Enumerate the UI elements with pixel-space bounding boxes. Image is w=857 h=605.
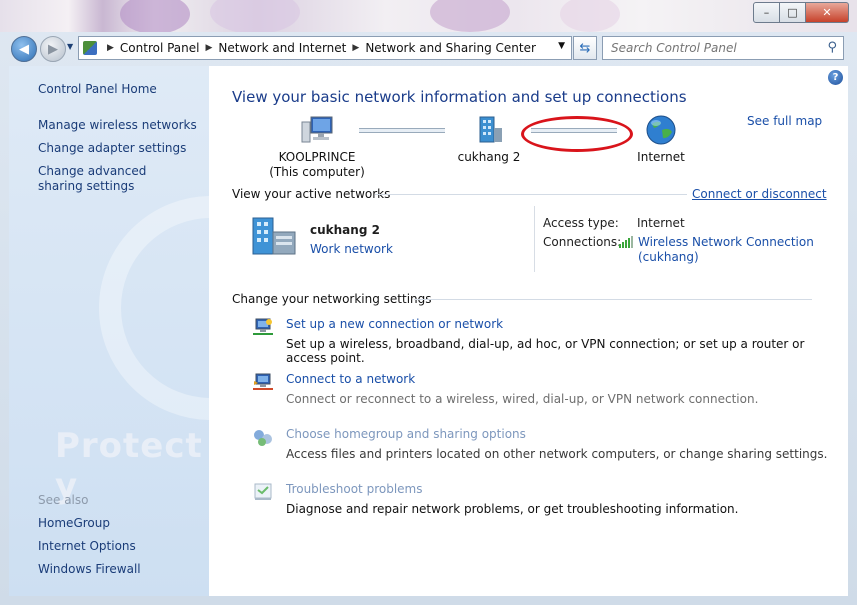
internet-label: Internet bbox=[637, 150, 685, 164]
setup-connection-link[interactable]: Set up a new connection or network bbox=[286, 317, 503, 331]
sidebar-item-internet-options[interactable]: Internet Options bbox=[38, 539, 136, 554]
main-content: ? View your basic network information an… bbox=[209, 66, 848, 596]
sidebar-item-windows-firewall[interactable]: Windows Firewall bbox=[38, 562, 141, 577]
homegroup-desc: Access files and printers located on oth… bbox=[286, 447, 828, 461]
connection-name-line1: Wireless Network Connection bbox=[638, 235, 814, 249]
title-art-shape bbox=[120, 0, 190, 32]
minimize-button[interactable]: – bbox=[753, 2, 780, 23]
breadcrumb-control-panel[interactable]: Control Panel bbox=[120, 41, 200, 55]
map-node-network[interactable]: cukhang 2 bbox=[449, 114, 529, 165]
annotation-circle bbox=[521, 116, 633, 152]
computer-name: KOOLPRINCE bbox=[278, 150, 356, 164]
breadcrumb-separator-icon[interactable]: ▶ bbox=[206, 43, 213, 53]
signal-strength-icon bbox=[619, 236, 633, 248]
back-button[interactable]: ◀ bbox=[11, 36, 37, 62]
arrow-right-icon: ▶ bbox=[48, 41, 58, 57]
page-title: View your basic network information and … bbox=[232, 88, 687, 106]
sidebar-item-manage-wireless[interactable]: Manage wireless networks bbox=[38, 118, 197, 133]
network-type-link[interactable]: Work network bbox=[310, 242, 393, 256]
see-full-map-link[interactable]: See full map bbox=[747, 114, 822, 128]
window-bottom-border bbox=[9, 596, 848, 602]
active-networks-label: View your active networks bbox=[232, 187, 391, 201]
search-box: ⚲ bbox=[602, 36, 844, 60]
maximize-button[interactable]: □ bbox=[780, 2, 806, 23]
access-type-value: Internet bbox=[637, 216, 685, 230]
address-dropdown-icon[interactable]: ▼ bbox=[558, 41, 565, 51]
vertical-divider bbox=[534, 206, 535, 272]
search-icon[interactable]: ⚲ bbox=[827, 40, 837, 55]
change-settings-label: Change your networking settings bbox=[232, 292, 432, 306]
recent-pages-dropdown[interactable]: ▼ bbox=[67, 42, 73, 51]
window-controls: – □ ✕ bbox=[753, 2, 849, 23]
troubleshoot-link[interactable]: Troubleshoot problems bbox=[286, 482, 422, 496]
breadcrumb-network-internet[interactable]: Network and Internet bbox=[218, 41, 346, 55]
connection-name-line2: (cukhang) bbox=[638, 250, 699, 264]
help-icon[interactable]: ? bbox=[828, 70, 843, 85]
setup-connection-desc: Set up a wireless, broadband, dial-up, a… bbox=[286, 337, 805, 365]
section-divider bbox=[375, 194, 687, 195]
sidebar-item-control-panel-home[interactable]: Control Panel Home bbox=[38, 82, 157, 97]
search-input[interactable] bbox=[603, 40, 813, 56]
see-also-label: See also bbox=[38, 493, 89, 507]
troubleshoot-desc: Diagnose and repair network problems, or… bbox=[286, 502, 739, 516]
breadcrumb-separator-icon[interactable]: ▶ bbox=[352, 43, 359, 53]
network-name: cukhang 2 bbox=[457, 150, 521, 164]
homegroup-link[interactable]: Choose homegroup and sharing options bbox=[286, 427, 526, 441]
arrow-left-icon: ◀ bbox=[19, 41, 29, 57]
active-network-name: cukhang 2 bbox=[310, 223, 380, 237]
sidebar-watermark-shape bbox=[99, 196, 209, 420]
access-type-label: Access type: bbox=[543, 216, 619, 230]
globe-icon bbox=[646, 115, 676, 145]
sidebar-item-homegroup[interactable]: HomeGroup bbox=[38, 516, 110, 531]
forward-button[interactable]: ▶ bbox=[40, 36, 66, 62]
homegroup-icon[interactable] bbox=[252, 426, 274, 448]
refresh-icon: ⇆ bbox=[579, 40, 591, 56]
sidebar-item-advanced-sharing[interactable]: Change advanced sharing settings bbox=[38, 164, 188, 194]
refresh-button[interactable]: ⇆ bbox=[573, 36, 597, 60]
connect-network-icon[interactable] bbox=[252, 371, 274, 393]
computer-icon bbox=[301, 116, 333, 143]
map-node-internet[interactable]: Internet bbox=[621, 114, 701, 165]
title-bar: – □ ✕ bbox=[0, 0, 857, 32]
new-connection-icon[interactable] bbox=[252, 316, 274, 338]
breadcrumb-network-sharing-center[interactable]: Network and Sharing Center bbox=[365, 41, 536, 55]
computer-subtitle: (This computer) bbox=[269, 165, 365, 179]
sidebar-item-change-adapter[interactable]: Change adapter settings bbox=[38, 141, 186, 156]
chevron-down-icon: ▼ bbox=[67, 42, 74, 51]
sidebar: Protect y Control Panel Home Manage wire… bbox=[9, 66, 209, 596]
address-bar: ◀ ▶ ▼ ▶ Control Panel ▶ Network and Inte… bbox=[0, 32, 857, 64]
connect-network-desc: Connect or reconnect to a wireless, wire… bbox=[286, 392, 759, 406]
connect-disconnect-link[interactable]: Connect or disconnect bbox=[692, 187, 827, 201]
control-panel-icon bbox=[83, 41, 97, 55]
title-art-shape bbox=[560, 0, 620, 32]
section-divider bbox=[414, 299, 812, 300]
breadcrumb[interactable]: ▶ Control Panel ▶ Network and Internet ▶… bbox=[78, 36, 572, 60]
title-art-shape bbox=[430, 0, 510, 32]
map-node-computer[interactable]: KOOLPRINCE (This computer) bbox=[267, 114, 367, 180]
wireless-connection-link[interactable]: Wireless Network Connection (cukhang) bbox=[638, 235, 814, 265]
network-building-icon bbox=[479, 116, 502, 143]
close-button[interactable]: ✕ bbox=[806, 2, 849, 23]
breadcrumb-separator-icon[interactable]: ▶ bbox=[107, 43, 114, 53]
connections-label: Connections: bbox=[543, 235, 622, 249]
work-network-icon[interactable] bbox=[249, 216, 299, 256]
connect-network-link[interactable]: Connect to a network bbox=[286, 372, 415, 386]
title-art-shape bbox=[210, 0, 300, 32]
troubleshoot-icon[interactable] bbox=[252, 481, 274, 503]
connection-line bbox=[359, 128, 445, 133]
